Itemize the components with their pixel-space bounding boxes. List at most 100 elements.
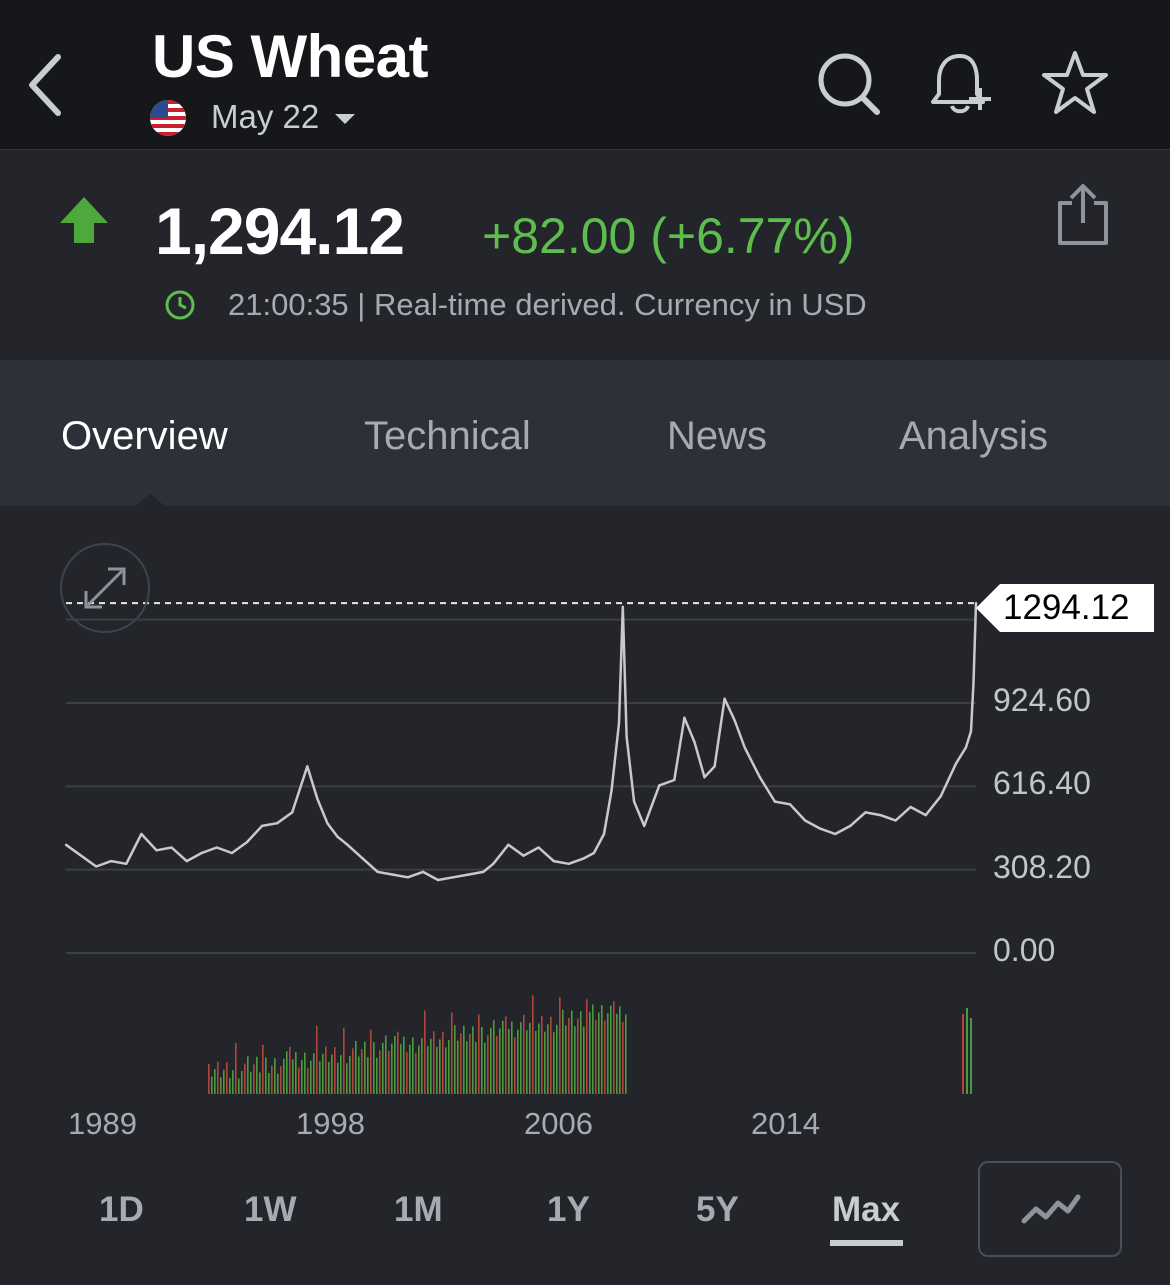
volume-bar xyxy=(292,1059,294,1094)
volume-bar xyxy=(616,1013,618,1094)
volume-bar xyxy=(322,1053,324,1094)
volume-bar xyxy=(619,1006,621,1094)
volume-bar xyxy=(496,1035,498,1094)
star-icon[interactable] xyxy=(1040,48,1110,120)
quote-timestamp: 21:00:35 | Real-time derived. Currency i… xyxy=(228,287,867,322)
price-point xyxy=(275,822,279,825)
share-icon[interactable] xyxy=(1052,181,1114,247)
volume-bar xyxy=(577,1018,579,1094)
volume-bar xyxy=(595,1019,597,1094)
chart-type-button[interactable] xyxy=(978,1161,1122,1257)
volume-bar xyxy=(535,1030,537,1094)
volume-bar xyxy=(349,1055,351,1094)
price-point xyxy=(924,813,927,817)
volume-bar xyxy=(430,1038,432,1094)
volume-bar xyxy=(568,1018,570,1094)
contract-selector[interactable]: May 22 xyxy=(211,98,319,136)
price-chart[interactable]: 924.60 616.40 308.20 0.00 1294.12 1989 1… xyxy=(0,506,1170,1146)
volume-bar xyxy=(220,1077,222,1094)
volume-bar xyxy=(400,1044,402,1094)
volume-bar xyxy=(475,1041,477,1094)
volume-bar xyxy=(541,1016,543,1094)
volume-bar xyxy=(526,1030,528,1094)
price-point xyxy=(436,878,440,882)
caret-down-icon[interactable] xyxy=(333,112,357,126)
tab-news[interactable]: News xyxy=(667,414,767,459)
range-1y[interactable]: 1Y xyxy=(547,1190,590,1230)
volume-bar xyxy=(505,1016,507,1094)
volume-bar xyxy=(451,1012,453,1094)
volume-bar xyxy=(466,1041,468,1094)
range-1w[interactable]: 1W xyxy=(244,1190,297,1230)
volume-bar xyxy=(394,1036,396,1094)
volume-bar xyxy=(454,1025,456,1094)
volume-bar xyxy=(484,1042,486,1094)
price-point xyxy=(552,859,555,863)
price-point xyxy=(376,870,379,874)
line-chart-icon xyxy=(1021,1194,1081,1224)
volume-bar xyxy=(253,1064,255,1094)
volume-bar xyxy=(289,1046,291,1094)
volume-bar xyxy=(280,1066,282,1094)
back-button[interactable] xyxy=(20,45,80,125)
price-point xyxy=(703,776,706,779)
volume-bar xyxy=(352,1048,354,1094)
price-point xyxy=(602,832,606,836)
x-label: 1998 xyxy=(296,1106,365,1141)
price-point xyxy=(170,846,173,849)
price-point xyxy=(733,719,736,722)
range-1d[interactable]: 1D xyxy=(99,1190,144,1230)
volume-bar xyxy=(244,1063,246,1094)
price-point xyxy=(693,740,696,744)
range-max[interactable]: Max xyxy=(832,1190,900,1230)
volume-bar xyxy=(601,1005,603,1094)
volume-bar xyxy=(523,1014,525,1094)
price-point xyxy=(537,846,540,849)
tab-bar: Overview Technical News Analysis xyxy=(0,360,1170,506)
tab-technical[interactable]: Technical xyxy=(364,414,531,459)
volume-bar xyxy=(439,1039,441,1094)
volume-bar xyxy=(499,1028,501,1094)
price-point xyxy=(185,859,188,863)
volume-bar xyxy=(427,1046,429,1094)
price-point xyxy=(421,870,425,874)
volume-bar xyxy=(586,999,588,1094)
add-alert-bell-icon[interactable] xyxy=(925,48,995,120)
volume-bar xyxy=(238,1078,240,1094)
price-point xyxy=(306,765,309,768)
volume-bar xyxy=(448,1040,450,1094)
volume-bar xyxy=(436,1046,438,1094)
volume-bar xyxy=(538,1023,540,1094)
volume-bar xyxy=(301,1060,303,1094)
volume-bar xyxy=(376,1057,378,1094)
volume-bar xyxy=(625,1014,627,1094)
volume-bar xyxy=(409,1044,411,1094)
price-point xyxy=(230,851,234,855)
tab-overview[interactable]: Overview xyxy=(61,414,228,459)
volume-bar xyxy=(592,1004,594,1094)
volume-bar xyxy=(217,1061,219,1094)
volume-bar xyxy=(232,1070,234,1094)
volume-bar xyxy=(469,1033,471,1094)
range-1m[interactable]: 1M xyxy=(394,1190,443,1230)
volume-bar xyxy=(556,1024,558,1094)
price-point xyxy=(346,843,349,847)
volume-bar xyxy=(277,1073,279,1094)
volume-bar xyxy=(493,1020,495,1094)
price-point xyxy=(507,843,510,847)
search-icon[interactable] xyxy=(813,48,883,120)
volume-bar xyxy=(274,1058,276,1094)
volume-bar xyxy=(367,1057,369,1094)
range-5y[interactable]: 5Y xyxy=(696,1190,739,1230)
volume-bar xyxy=(508,1029,510,1094)
expand-chart-button[interactable] xyxy=(60,543,150,633)
tab-analysis[interactable]: Analysis xyxy=(899,414,1048,459)
volume-bar xyxy=(316,1025,318,1094)
volume-bar xyxy=(262,1044,264,1094)
volume-bar xyxy=(265,1057,267,1094)
volume-bar xyxy=(460,1033,462,1094)
price-point xyxy=(939,794,943,798)
volume-bar xyxy=(235,1042,237,1094)
volume-bar xyxy=(325,1046,327,1094)
y-label: 924.60 xyxy=(993,682,1091,718)
